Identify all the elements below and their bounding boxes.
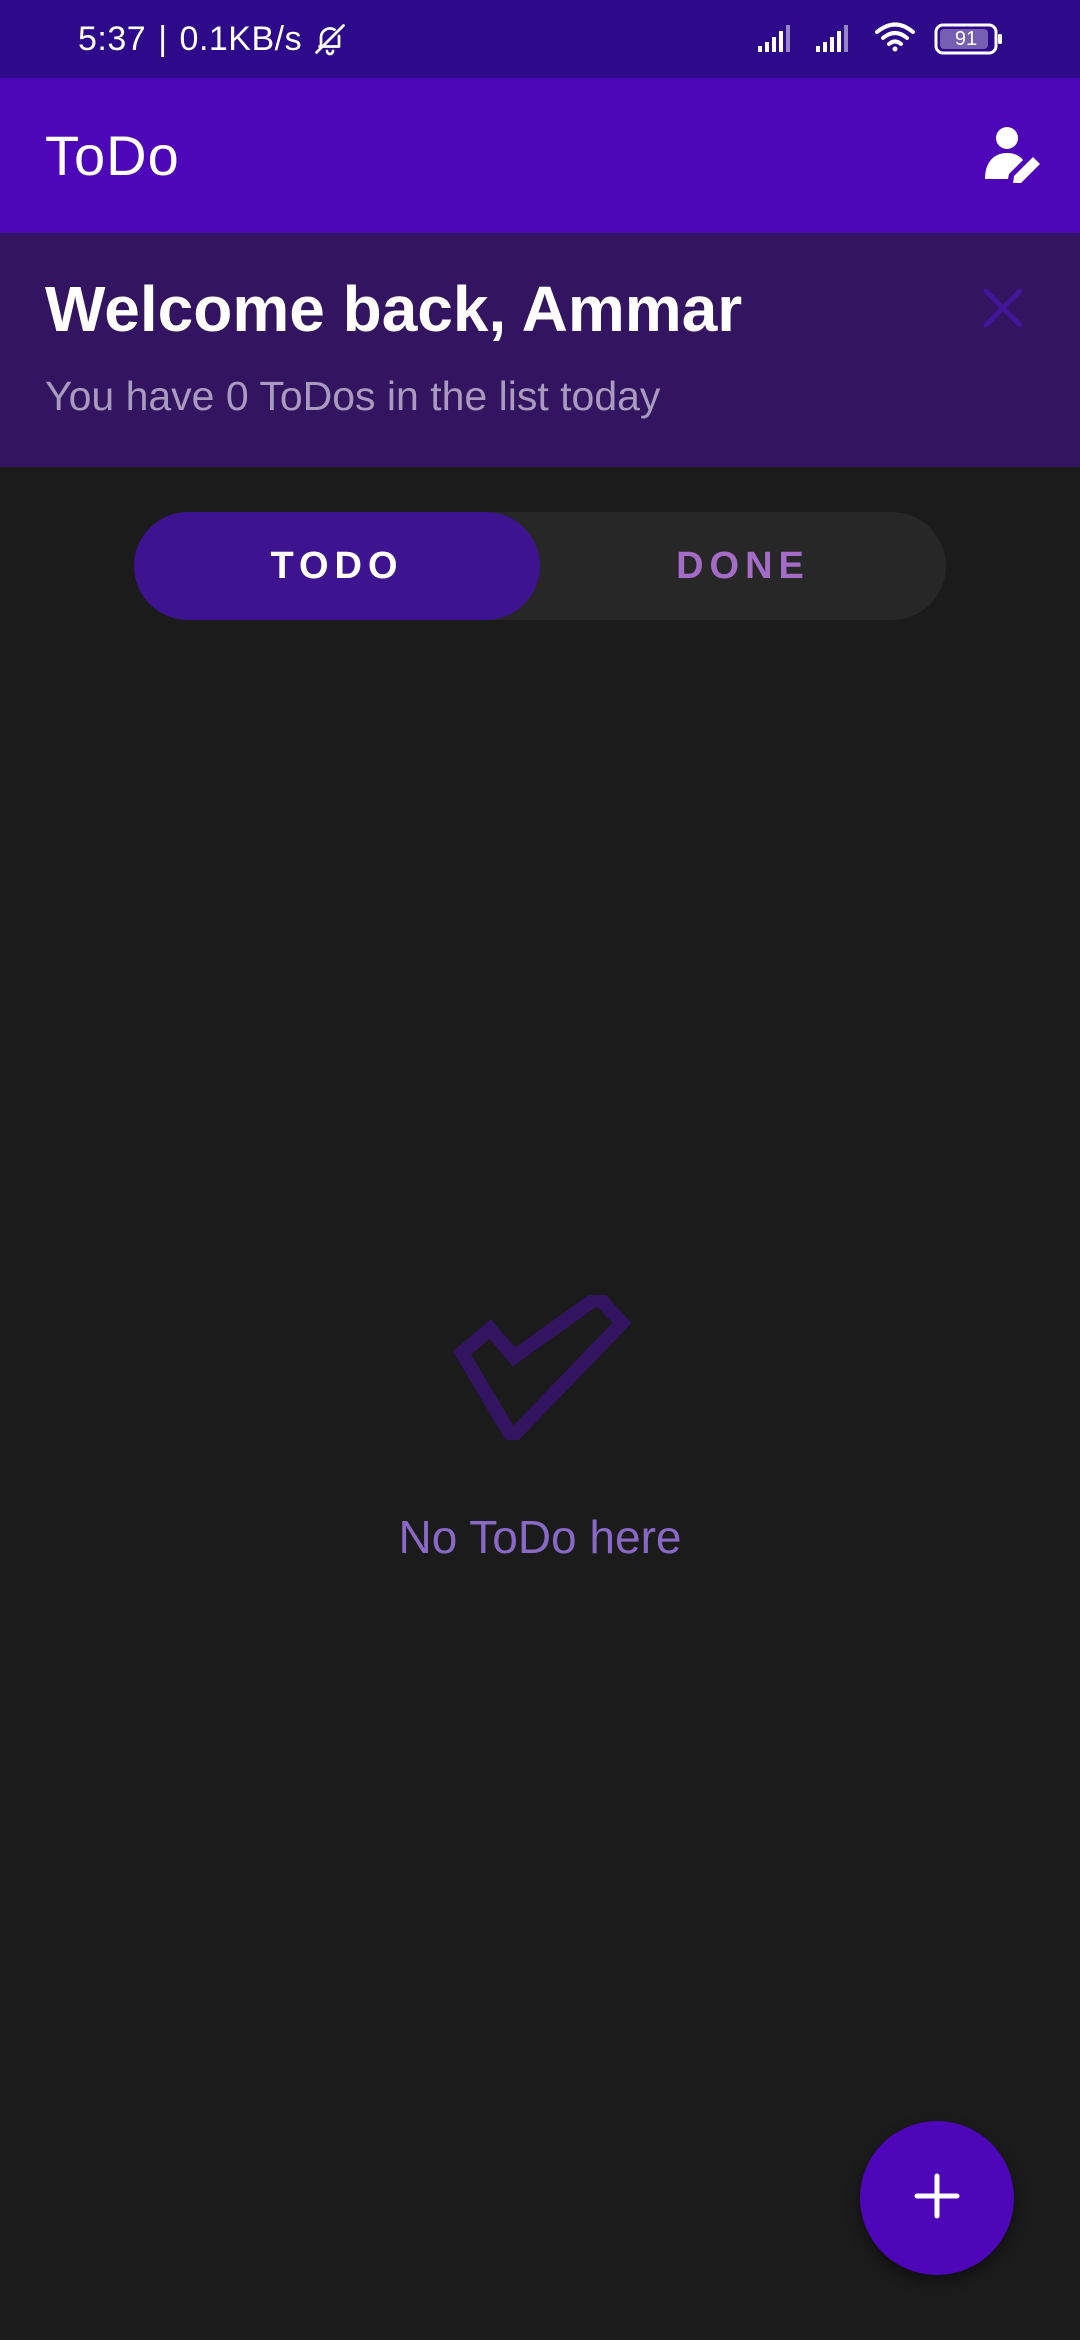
add-todo-button[interactable] (860, 2121, 1014, 2275)
tab-todo-label: TODO (270, 544, 404, 587)
status-time: 5:37 (78, 19, 147, 58)
status-bar: 5:37 | 0.1KB/s 91 (0, 0, 1080, 78)
checkmark-icon (452, 1287, 632, 1449)
status-right: 91 (758, 0, 1004, 78)
app-bar: ToDo (0, 78, 1080, 233)
status-separator: | (158, 19, 168, 58)
bell-off-icon (312, 21, 348, 57)
signal-icon (816, 22, 856, 57)
user-edit-icon (983, 123, 1043, 188)
signal-icon (758, 22, 798, 57)
edit-profile-button[interactable] (980, 122, 1046, 188)
app-title: ToDo (45, 124, 180, 187)
plus-icon (913, 2172, 961, 2225)
tab-todo[interactable]: TODO (134, 512, 540, 620)
network-speed: 0.1KB/s (179, 19, 303, 58)
tab-done-label: DONE (676, 544, 810, 587)
empty-state-message: No ToDo here (398, 1511, 682, 1563)
welcome-subtitle: You have 0 ToDos in the list today (45, 373, 661, 419)
status-left: 5:37 | 0.1KB/s (78, 0, 348, 78)
wifi-icon (874, 21, 916, 58)
battery-icon: 91 (934, 23, 1004, 55)
dismiss-welcome-button[interactable] (978, 283, 1028, 333)
welcome-title: Welcome back, Ammar (45, 273, 743, 345)
tab-switcher: TODO DONE (134, 512, 946, 620)
tab-done[interactable]: DONE (540, 512, 946, 620)
battery-level: 91 (954, 28, 978, 50)
welcome-banner (0, 233, 1080, 467)
close-icon (978, 288, 1028, 337)
